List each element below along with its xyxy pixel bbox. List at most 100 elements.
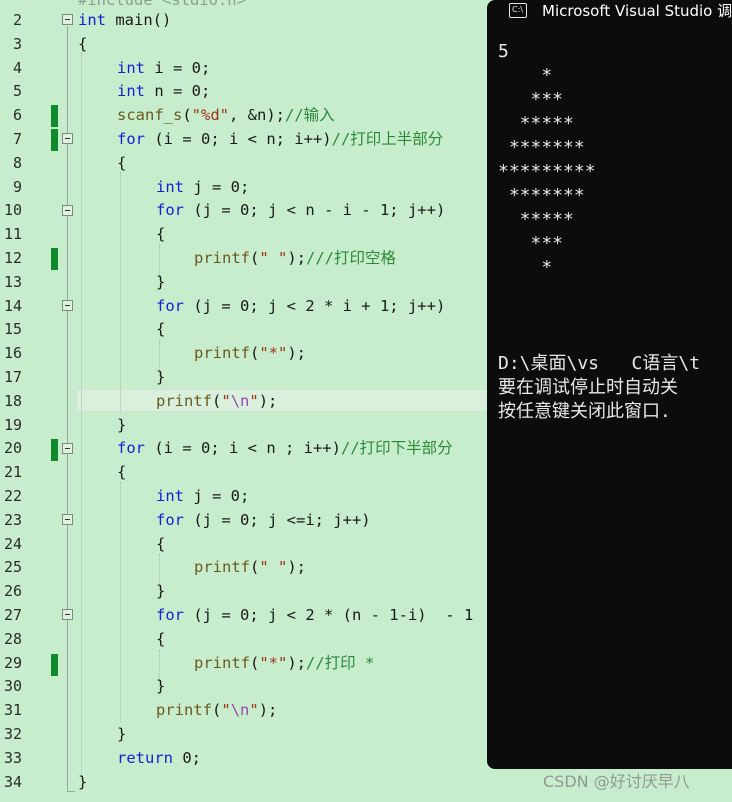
code-token: "*" [259,653,288,672]
code-line[interactable]: for (j = 0; j < n - i - 1; j++) [156,198,445,222]
collapse-toggle-icon[interactable] [62,14,73,25]
console-output-line: *** [498,89,564,110]
code-token: } [156,272,166,291]
line-number: 21 [3,463,22,482]
code-line[interactable]: printf("*"); [194,341,306,365]
line-number: 19 [3,415,22,434]
console-output-line: ***** [498,113,574,134]
code-line[interactable]: { [117,460,126,484]
collapse-toggle-icon[interactable] [62,609,73,620]
indent-guide [81,52,82,776]
line-number: 7 [12,130,22,148]
code-token: scanf_s [117,106,183,125]
code-line[interactable]: for (j = 0; j < 2 * (n - 1-i) - 1 [156,603,473,627]
line-number: 23 [3,510,22,529]
collapse-toggle-icon[interactable] [62,300,73,311]
code-line[interactable]: printf("*");//打印 * [194,651,374,675]
code-line[interactable]: int i = 0; [117,56,210,80]
console-output-line: ***** [498,209,574,230]
code-token: { [156,629,166,648]
code-line[interactable]: } [156,365,165,389]
change-marker [51,248,58,270]
code-line[interactable]: } [156,270,165,294]
code-token: (j = 0; j <=i; j++) [184,510,371,529]
code-editor[interactable]: #include <stdio.h> 2 3 4 5 6 7 8 9 10 11 12 13 14 15 1… [0,0,487,802]
code-token: " [249,391,259,410]
outline-line [67,455,68,745]
line-number: 9 [12,177,22,196]
code-token: printf [194,558,250,577]
code-line[interactable]: printf("\n"); [156,389,277,413]
watermark: CSDN @好讨厌早八 [543,772,690,791]
line-number: 20 [3,439,22,458]
code-line[interactable]: { [117,151,126,175]
line-number: 34 [3,772,22,791]
code-line[interactable]: printf(" ");///打印空格 [194,246,396,270]
code-line[interactable]: { [156,317,165,341]
code-token: { [78,34,88,53]
collapse-toggle-icon[interactable] [62,205,73,216]
code-line[interactable]: for (i = 0; i < n; i++)//打印上半部分 [117,127,443,151]
console-title: Microsoft Visual Studio 调试 [542,2,732,20]
code-line[interactable]: } [156,579,165,603]
code-token: } [117,415,127,434]
outline-line [67,145,68,389]
code-line[interactable]: { [156,627,165,651]
code-token: { [117,463,127,482]
code-token: ); [287,558,307,577]
code-token: (j = 0; j < 2 * (n - 1-i) - 1 [184,606,474,624]
collapse-toggle-icon[interactable] [62,443,73,454]
code-token: j = 0; [184,177,250,196]
code-line[interactable]: for (i = 0; i < n ; i++)//打印下半部分 [117,436,453,460]
code-line[interactable]: int j = 0; [156,484,249,508]
code-line[interactable]: int j = 0; [156,175,249,199]
code-token: } [156,368,166,386]
console-output-line: 5 [498,41,509,62]
code-token: for [117,130,145,148]
code-token: ); [287,249,307,267]
code-line[interactable]: { [78,32,87,56]
code-token: return [117,748,173,767]
code-line[interactable]: return 0; [117,746,201,770]
code-token: ( [250,249,260,267]
code-token: printf [194,653,250,672]
code-line[interactable]: { [156,222,165,246]
change-marker [51,129,58,151]
code-line[interactable]: printf(" "); [194,555,306,579]
code-line[interactable]: printf("\n"); [156,698,277,722]
change-marker [51,654,58,676]
code-line[interactable]: } [78,770,87,794]
code-line[interactable]: int n = 0; [117,79,210,103]
code-line[interactable]: for (j = 0; j < 2 * i + 1; j++) [156,294,445,318]
console-title-bar[interactable]: C:\ Microsoft Visual Studio 调试 [487,0,732,24]
code-token: n = 0; [145,82,211,101]
code-token: \n [230,701,250,720]
code-token: printf [194,344,250,363]
indent-guide [120,482,121,722]
code-token: } [156,677,166,696]
code-token: j = 0; [184,487,250,505]
change-marker [51,439,58,461]
code-line[interactable]: for (j = 0; j <=i; j++) [156,508,371,532]
line-number: 16 [3,344,22,363]
code-line[interactable]: } [156,674,165,698]
debug-console-window[interactable]: C:\ Microsoft Visual Studio 调试 5 * *** *… [487,0,732,769]
collapse-toggle-icon[interactable] [62,133,73,144]
code-token: //打印上半部分 [331,130,444,148]
code-line[interactable]: { [156,532,165,556]
code-line[interactable]: scanf_s("%d", &n);//输入 [117,103,335,127]
code-line[interactable]: } [117,722,126,746]
code-token: int [156,177,184,196]
collapse-toggle-icon[interactable] [62,514,73,525]
line-number: 5 [12,82,22,101]
line-number: 6 [12,106,22,125]
line-number: 13 [3,272,22,291]
line-number: 17 [3,368,22,386]
code-token: for [156,606,184,624]
code-token: "*" [259,344,288,363]
code-token: ( [182,106,192,125]
console-output-line: ******* [498,185,585,206]
code-token: " " [259,249,288,267]
code-line[interactable]: int main() [78,8,171,32]
code-line[interactable]: } [117,413,126,437]
